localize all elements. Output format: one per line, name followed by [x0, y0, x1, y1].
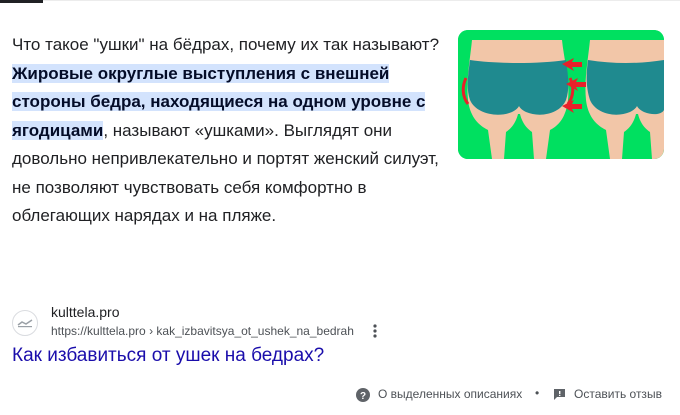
- result-title-link[interactable]: Как избавиться от ушек на бедрах?: [12, 345, 324, 367]
- featured-snippet-text: Что такое "ушки" на бёдрах, почему их та…: [12, 31, 442, 231]
- footer-separator: •: [535, 386, 540, 400]
- hips-illustration-icon: [458, 30, 664, 159]
- three-dots-vertical-icon: [373, 324, 377, 338]
- feedback-link[interactable]: Оставить отзыв: [574, 387, 662, 401]
- active-tab-indicator: [0, 0, 43, 3]
- svg-text:?: ?: [360, 391, 366, 402]
- site-name[interactable]: kulttela.pro: [51, 304, 119, 320]
- site-favicon[interactable]: [12, 310, 38, 336]
- site-logo-icon: [17, 319, 33, 328]
- site-url[interactable]: https://kulttela.pro › kak_izbavitsya_ot…: [51, 324, 354, 338]
- help-circle-icon[interactable]: ?: [356, 388, 370, 402]
- url-base: https://kulttela.pro: [51, 324, 146, 338]
- url-separator: ›: [149, 324, 154, 338]
- snippet-thumbnail[interactable]: [458, 30, 664, 159]
- url-path: kak_izbavitsya_ot_ushek_na_bedrah: [156, 324, 354, 338]
- more-options-button[interactable]: [368, 322, 382, 340]
- about-featured-snippets-link[interactable]: О выделенных описаниях: [378, 387, 522, 401]
- feedback-icon[interactable]: [553, 388, 566, 401]
- snippet-lead: Что такое "ушки" на бёдрах, почему их та…: [12, 35, 440, 54]
- snippet-footer: ? О выделенных описаниях • Оставить отзы…: [0, 380, 680, 410]
- top-divider: [0, 0, 680, 1]
